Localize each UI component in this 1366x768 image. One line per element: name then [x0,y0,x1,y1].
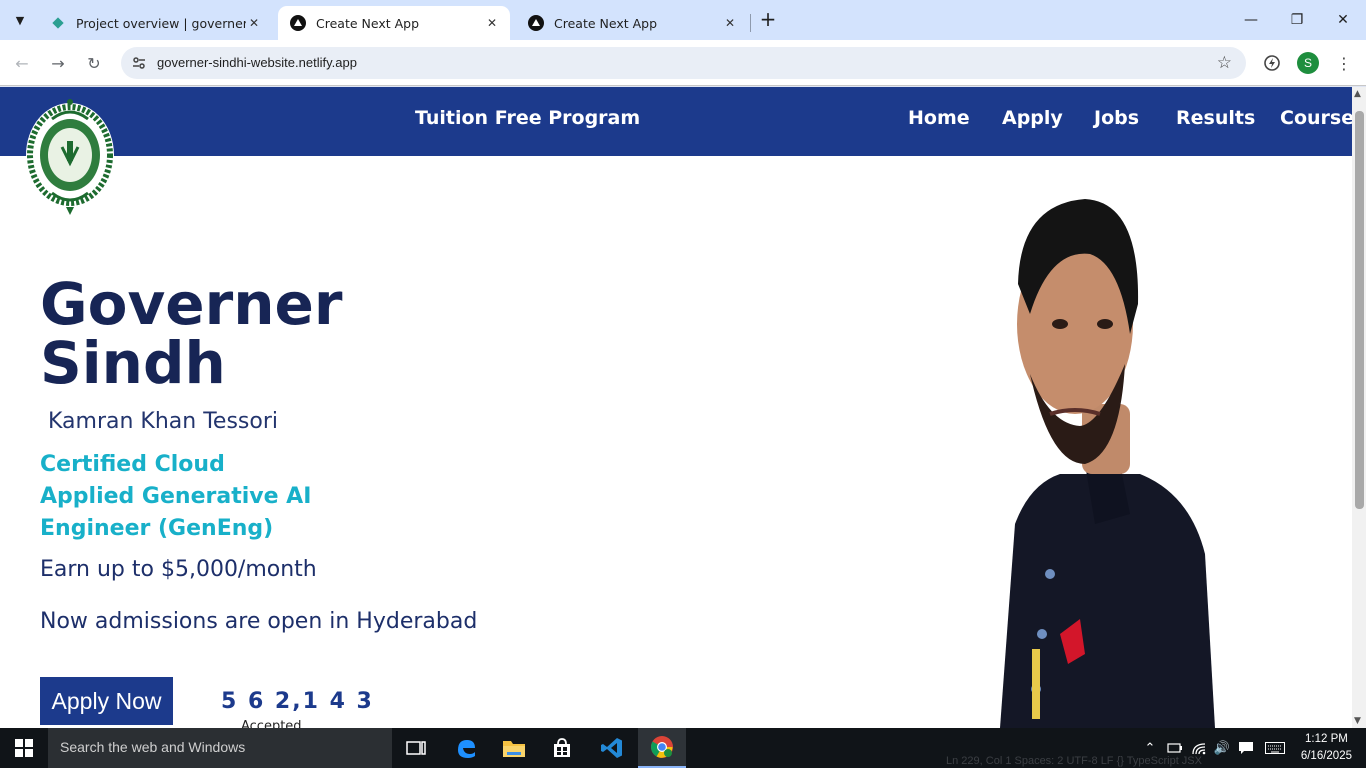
tab-strip: ▼ Project overview | governer-sindhi ✕ C… [0,0,1366,40]
tab-title: Create Next App [316,15,420,31]
hero-title: Governer Sindh [40,275,440,393]
reload-icon[interactable]: ↻ [82,51,106,75]
nextjs-icon [528,15,544,31]
cert-line2: Applied Generative AI [40,484,312,509]
site-info-icon[interactable] [129,53,149,73]
tab-close-icon[interactable]: ✕ [484,15,500,31]
nav-link-home[interactable]: Home [908,107,970,129]
windows-start-icon[interactable] [0,728,48,768]
background-editor-status: Ln 229, Col 1 Spaces: 2 UTF-8 LF {} Type… [946,755,1202,767]
edge-browser-icon[interactable] [442,728,490,768]
nextjs-icon [290,15,306,31]
new-tab-icon[interactable]: + [758,9,778,30]
file-explorer-icon[interactable] [490,728,538,768]
tab-project-overview[interactable]: Project overview | governer-sindhi ✕ [38,6,272,40]
hero-earnings: Earn up to $5,000/month [40,557,317,582]
address-bar[interactable]: governer-sindhi-website.netlify.app ☆ [121,47,1246,79]
tab-close-icon[interactable]: ✕ [246,15,262,31]
clock-date: 6/16/2025 [1300,750,1352,762]
back-arrow-icon[interactable]: ← [10,51,34,75]
tab-close-icon[interactable]: ✕ [722,15,738,31]
windows-taskbar: Ln 229, Col 1 Spaces: 2 UTF-8 LF {} Type… [0,728,1366,768]
hero-subtitle: Kamran Khan Tessori [48,409,278,434]
url-text: governer-sindhi-website.netlify.app [157,55,357,70]
tab-title: Create Next App [554,15,658,31]
apply-now-button[interactable]: Apply Now [40,677,173,725]
kebab-menu-icon[interactable]: ⋮ [1333,52,1355,74]
nav-link-jobs[interactable]: Jobs [1094,107,1139,129]
scroll-down-icon[interactable]: ▼ [1354,716,1361,726]
keyboard-icon[interactable] [1264,738,1286,758]
browser-toolbar: ← → ↻ governer-sindhi-website.netlify.ap… [0,40,1366,86]
taskbar-search-input[interactable]: Search the web and Windows [48,728,392,768]
system-clock[interactable]: 1:12 PM 6/16/2025 [1301,731,1352,765]
clock-time: 1:12 PM [1305,733,1348,745]
tray-chevron-up-icon[interactable]: ⌃ [1140,738,1160,758]
scroll-up-icon[interactable]: ▲ [1354,89,1361,99]
hero-certification: Certified Cloud Applied Generative AI En… [40,449,360,545]
tab-separator [750,14,751,32]
tab-search-chevron-icon[interactable]: ▼ [8,8,32,32]
site-navbar: Tuition Free Program Home Apply Jobs Res… [0,87,1365,156]
netlify-icon [50,15,66,31]
accepted-counter-label: Accepted [241,719,302,728]
page-scrollbar[interactable]: ▲ ▼ [1352,87,1366,728]
governor-portrait [1000,199,1215,728]
bookmark-star-icon[interactable]: ☆ [1217,53,1232,73]
wifi-icon[interactable] [1190,738,1210,758]
accepted-counter: 5 6 2,1 4 3 [221,689,374,714]
nav-link-apply[interactable]: Apply [1002,107,1063,129]
cert-line1: Certified Cloud [40,452,225,477]
cert-line3: Engineer (GenEng) [40,516,274,541]
restore-icon[interactable]: ❐ [1274,6,1320,34]
nav-link-results[interactable]: Results [1176,107,1255,129]
hero-title-line2: Sindh [40,329,226,397]
chrome-icon[interactable] [638,728,686,768]
store-icon[interactable] [538,728,586,768]
extensions-icon[interactable] [1261,52,1283,74]
forward-arrow-icon[interactable]: → [46,51,70,75]
nav-brand[interactable]: Tuition Free Program [415,107,640,129]
tab-create-next-app[interactable]: Create Next App ✕ [516,6,748,40]
scrollbar-thumb[interactable] [1355,111,1364,509]
page-viewport: Tuition Free Program Home Apply Jobs Res… [0,87,1366,728]
volume-icon[interactable]: 🔊 [1212,738,1232,758]
tab-create-next-app-active[interactable]: Create Next App ✕ [278,6,510,40]
task-view-icon[interactable] [392,728,440,768]
battery-icon[interactable] [1165,738,1185,758]
hero-admissions: Now admissions are open in Hyderabad [40,609,478,634]
notifications-icon[interactable] [1236,738,1256,758]
governor-sindh-logo[interactable] [22,97,118,217]
minimize-icon[interactable]: — [1228,6,1274,34]
profile-avatar[interactable]: S [1297,52,1319,74]
tab-title: Project overview | governer-sindhi [76,15,246,31]
vscode-icon[interactable] [588,728,636,768]
hero-title-line1: Governer [40,270,343,338]
close-window-icon[interactable]: ✕ [1320,6,1366,34]
